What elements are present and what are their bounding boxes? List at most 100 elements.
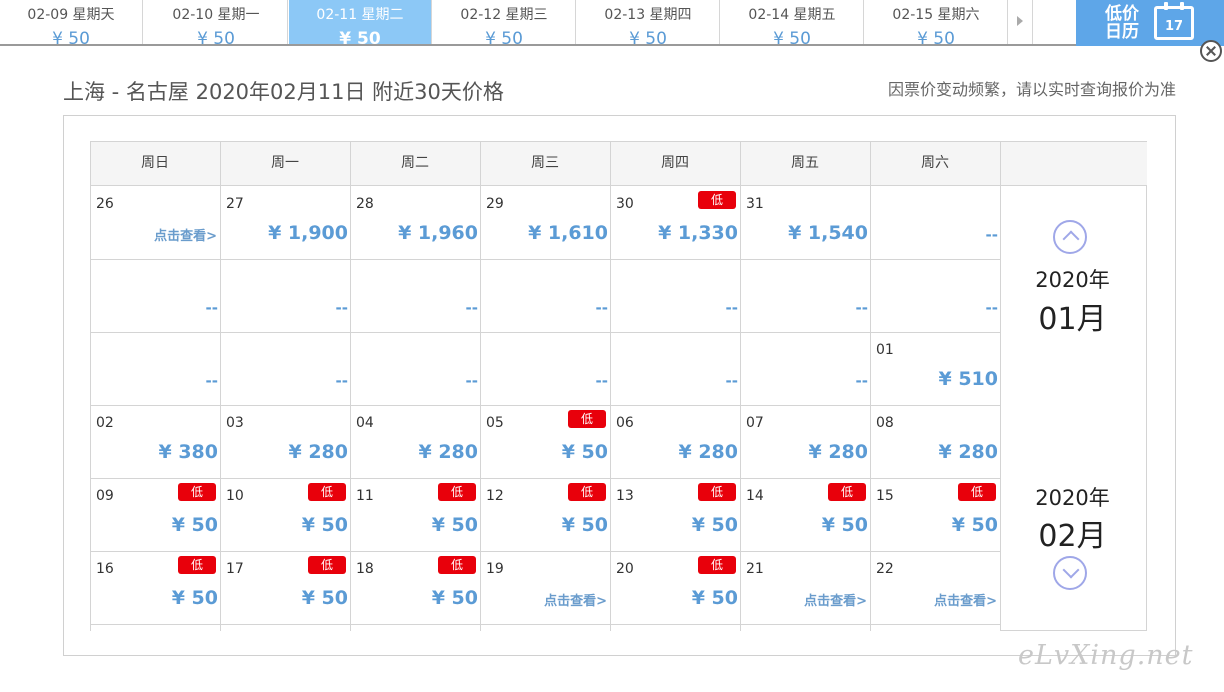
day-price: ¥ 280 <box>808 441 869 463</box>
low-price-calendar-button[interactable]: 低价日历 17 <box>1076 0 1224 46</box>
low-price-badge: 低 <box>308 483 346 501</box>
day-number: 03 <box>226 415 244 431</box>
calendar-day-cell[interactable]: 20 低 ¥ 50 <box>610 551 740 624</box>
prev-month-chevron-up-icon[interactable] <box>1053 220 1087 254</box>
day-price: ¥ 1,610 <box>528 222 608 244</box>
day-number: 26 <box>96 196 114 212</box>
calendar-day-cell[interactable]: 10 低 ¥ 50 <box>220 478 350 551</box>
weekday-label: 周六 <box>921 155 949 171</box>
calendar-day-cell[interactable]: 29 ¥ 1,610 <box>480 186 610 259</box>
no-price: -- <box>335 299 348 317</box>
day-number: 07 <box>746 415 764 431</box>
day-number: 16 <box>96 561 114 577</box>
day-price: ¥ 280 <box>288 441 349 463</box>
no-price: -- <box>855 299 868 317</box>
month-navigator: 2020年 01月 2020年 02月 <box>1000 186 1147 631</box>
date-tab-price: ¥ 50 <box>773 29 811 44</box>
date-tab-6[interactable]: 02-15 星期六 ¥ 50 <box>865 0 1008 44</box>
calendar-day-cell[interactable]: 17 低 ¥ 50 <box>220 551 350 624</box>
calendar-day-cell[interactable]: 06 ¥ 280 <box>610 405 740 478</box>
calendar-day-cell[interactable]: 30 低 ¥ 1,330 <box>610 186 740 259</box>
date-tab-date: 02-11 星期二 <box>316 7 404 23</box>
month-year: 2020年 <box>1035 486 1110 510</box>
day-number: 30 <box>616 196 634 212</box>
date-tab-0[interactable]: 02-09 星期天 ¥ 50 <box>0 0 143 44</box>
calendar-day-cell[interactable]: 27 ¥ 1,900 <box>220 186 350 259</box>
calendar-day-cell[interactable]: 14 低 ¥ 50 <box>740 478 870 551</box>
grid-line <box>1000 141 1001 631</box>
calendar-day-cell[interactable]: 13 低 ¥ 50 <box>610 478 740 551</box>
day-number: 12 <box>486 488 504 504</box>
calendar-day-cell[interactable]: 28 ¥ 1,960 <box>350 186 480 259</box>
date-tab-price: ¥ 50 <box>629 29 667 44</box>
calendar-day-cell: -- <box>480 259 610 332</box>
no-price: -- <box>465 372 478 390</box>
calendar-day-cell[interactable]: 08 ¥ 280 <box>870 405 1000 478</box>
date-tab-4[interactable]: 02-13 星期四 ¥ 50 <box>577 0 720 44</box>
price-notice: 因票价变动频繁，请以实时查询报价为准 <box>887 80 1176 99</box>
date-tab-1[interactable]: 02-10 星期一 ¥ 50 <box>145 0 288 44</box>
next-dates-arrow-icon[interactable] <box>1007 0 1033 44</box>
day-number: 19 <box>486 561 504 577</box>
calendar-day-cell[interactable]: 11 低 ¥ 50 <box>350 478 480 551</box>
calendar-day-cell[interactable]: 22 点击查看> <box>870 551 1000 624</box>
date-tab-price: ¥ 50 <box>485 29 523 44</box>
date-tab-date: 02-14 星期五 <box>748 7 836 23</box>
date-tab-2-active[interactable]: 02-11 星期二 ¥ 50 <box>289 0 432 44</box>
date-tab-3[interactable]: 02-12 星期三 ¥ 50 <box>433 0 576 44</box>
view-price-link[interactable]: 点击查看> <box>934 590 997 609</box>
day-number: 09 <box>96 488 114 504</box>
day-number: 08 <box>876 415 894 431</box>
calendar-day-cell[interactable]: 26 点击查看> <box>90 186 220 259</box>
calendar-day-cell[interactable]: 16 低 ¥ 50 <box>90 551 220 624</box>
day-number: 17 <box>226 561 244 577</box>
day-price: ¥ 50 <box>431 587 478 609</box>
view-price-link[interactable]: 点击查看> <box>804 590 867 609</box>
calendar-day-cell[interactable]: 07 ¥ 280 <box>740 405 870 478</box>
calendar-day-cell: -- <box>350 332 480 405</box>
calendar-day-cell[interactable]: 21 点击查看> <box>740 551 870 624</box>
calendar-day-cell[interactable]: 12 低 ¥ 50 <box>480 478 610 551</box>
date-tab-date: 02-13 星期四 <box>604 7 692 23</box>
day-number: 28 <box>356 196 374 212</box>
view-price-link[interactable]: 点击查看> <box>544 590 607 609</box>
day-number: 18 <box>356 561 374 577</box>
calendar-day-cell: -- <box>610 259 740 332</box>
day-price: ¥ 280 <box>678 441 739 463</box>
view-price-link[interactable]: 点击查看> <box>154 225 217 244</box>
day-price: ¥ 50 <box>301 587 348 609</box>
day-price: ¥ 280 <box>418 441 479 463</box>
calendar-day-cell[interactable]: 01 ¥ 510 <box>870 332 1000 405</box>
no-price: -- <box>465 299 478 317</box>
close-icon[interactable] <box>1200 40 1222 62</box>
no-price: -- <box>595 299 608 317</box>
calendar-day-cell[interactable]: 18 低 ¥ 50 <box>350 551 480 624</box>
low-price-badge: 低 <box>698 483 736 501</box>
calendar-day-cell[interactable]: 09 低 ¥ 50 <box>90 478 220 551</box>
low-price-badge: 低 <box>958 483 996 501</box>
calendar-day-cell[interactable]: 15 低 ¥ 50 <box>870 478 1000 551</box>
day-number: 14 <box>746 488 764 504</box>
calendar-day-cell[interactable]: 04 ¥ 280 <box>350 405 480 478</box>
calendar-day-cell[interactable]: 19 点击查看> <box>480 551 610 624</box>
weekday-label: 周二 <box>401 155 429 171</box>
date-tab-date: 02-09 星期天 <box>27 7 115 23</box>
weekday-label: 周日 <box>141 155 169 171</box>
low-price-badge: 低 <box>178 556 216 574</box>
calendar-day-cell[interactable]: 03 ¥ 280 <box>220 405 350 478</box>
calendar-day-cell: -- <box>740 259 870 332</box>
day-number: 21 <box>746 561 764 577</box>
low-price-badge: 低 <box>438 556 476 574</box>
date-tab-price: ¥ 50 <box>917 29 955 44</box>
day-price: ¥ 380 <box>158 441 219 463</box>
calendar-day-cell: -- <box>480 332 610 405</box>
calendar-icon-day: 17 <box>1164 19 1184 34</box>
calendar-day-cell[interactable]: 31 ¥ 1,540 <box>740 186 870 259</box>
next-month-chevron-down-icon[interactable] <box>1053 556 1087 590</box>
calendar-day-cell[interactable]: 02 ¥ 380 <box>90 405 220 478</box>
day-number: 31 <box>746 196 764 212</box>
calendar-day-cell[interactable]: 05 低 ¥ 50 <box>480 405 610 478</box>
date-tab-date: 02-10 星期一 <box>172 7 260 23</box>
date-tab-price: ¥ 50 <box>52 29 90 44</box>
date-tab-5[interactable]: 02-14 星期五 ¥ 50 <box>721 0 864 44</box>
